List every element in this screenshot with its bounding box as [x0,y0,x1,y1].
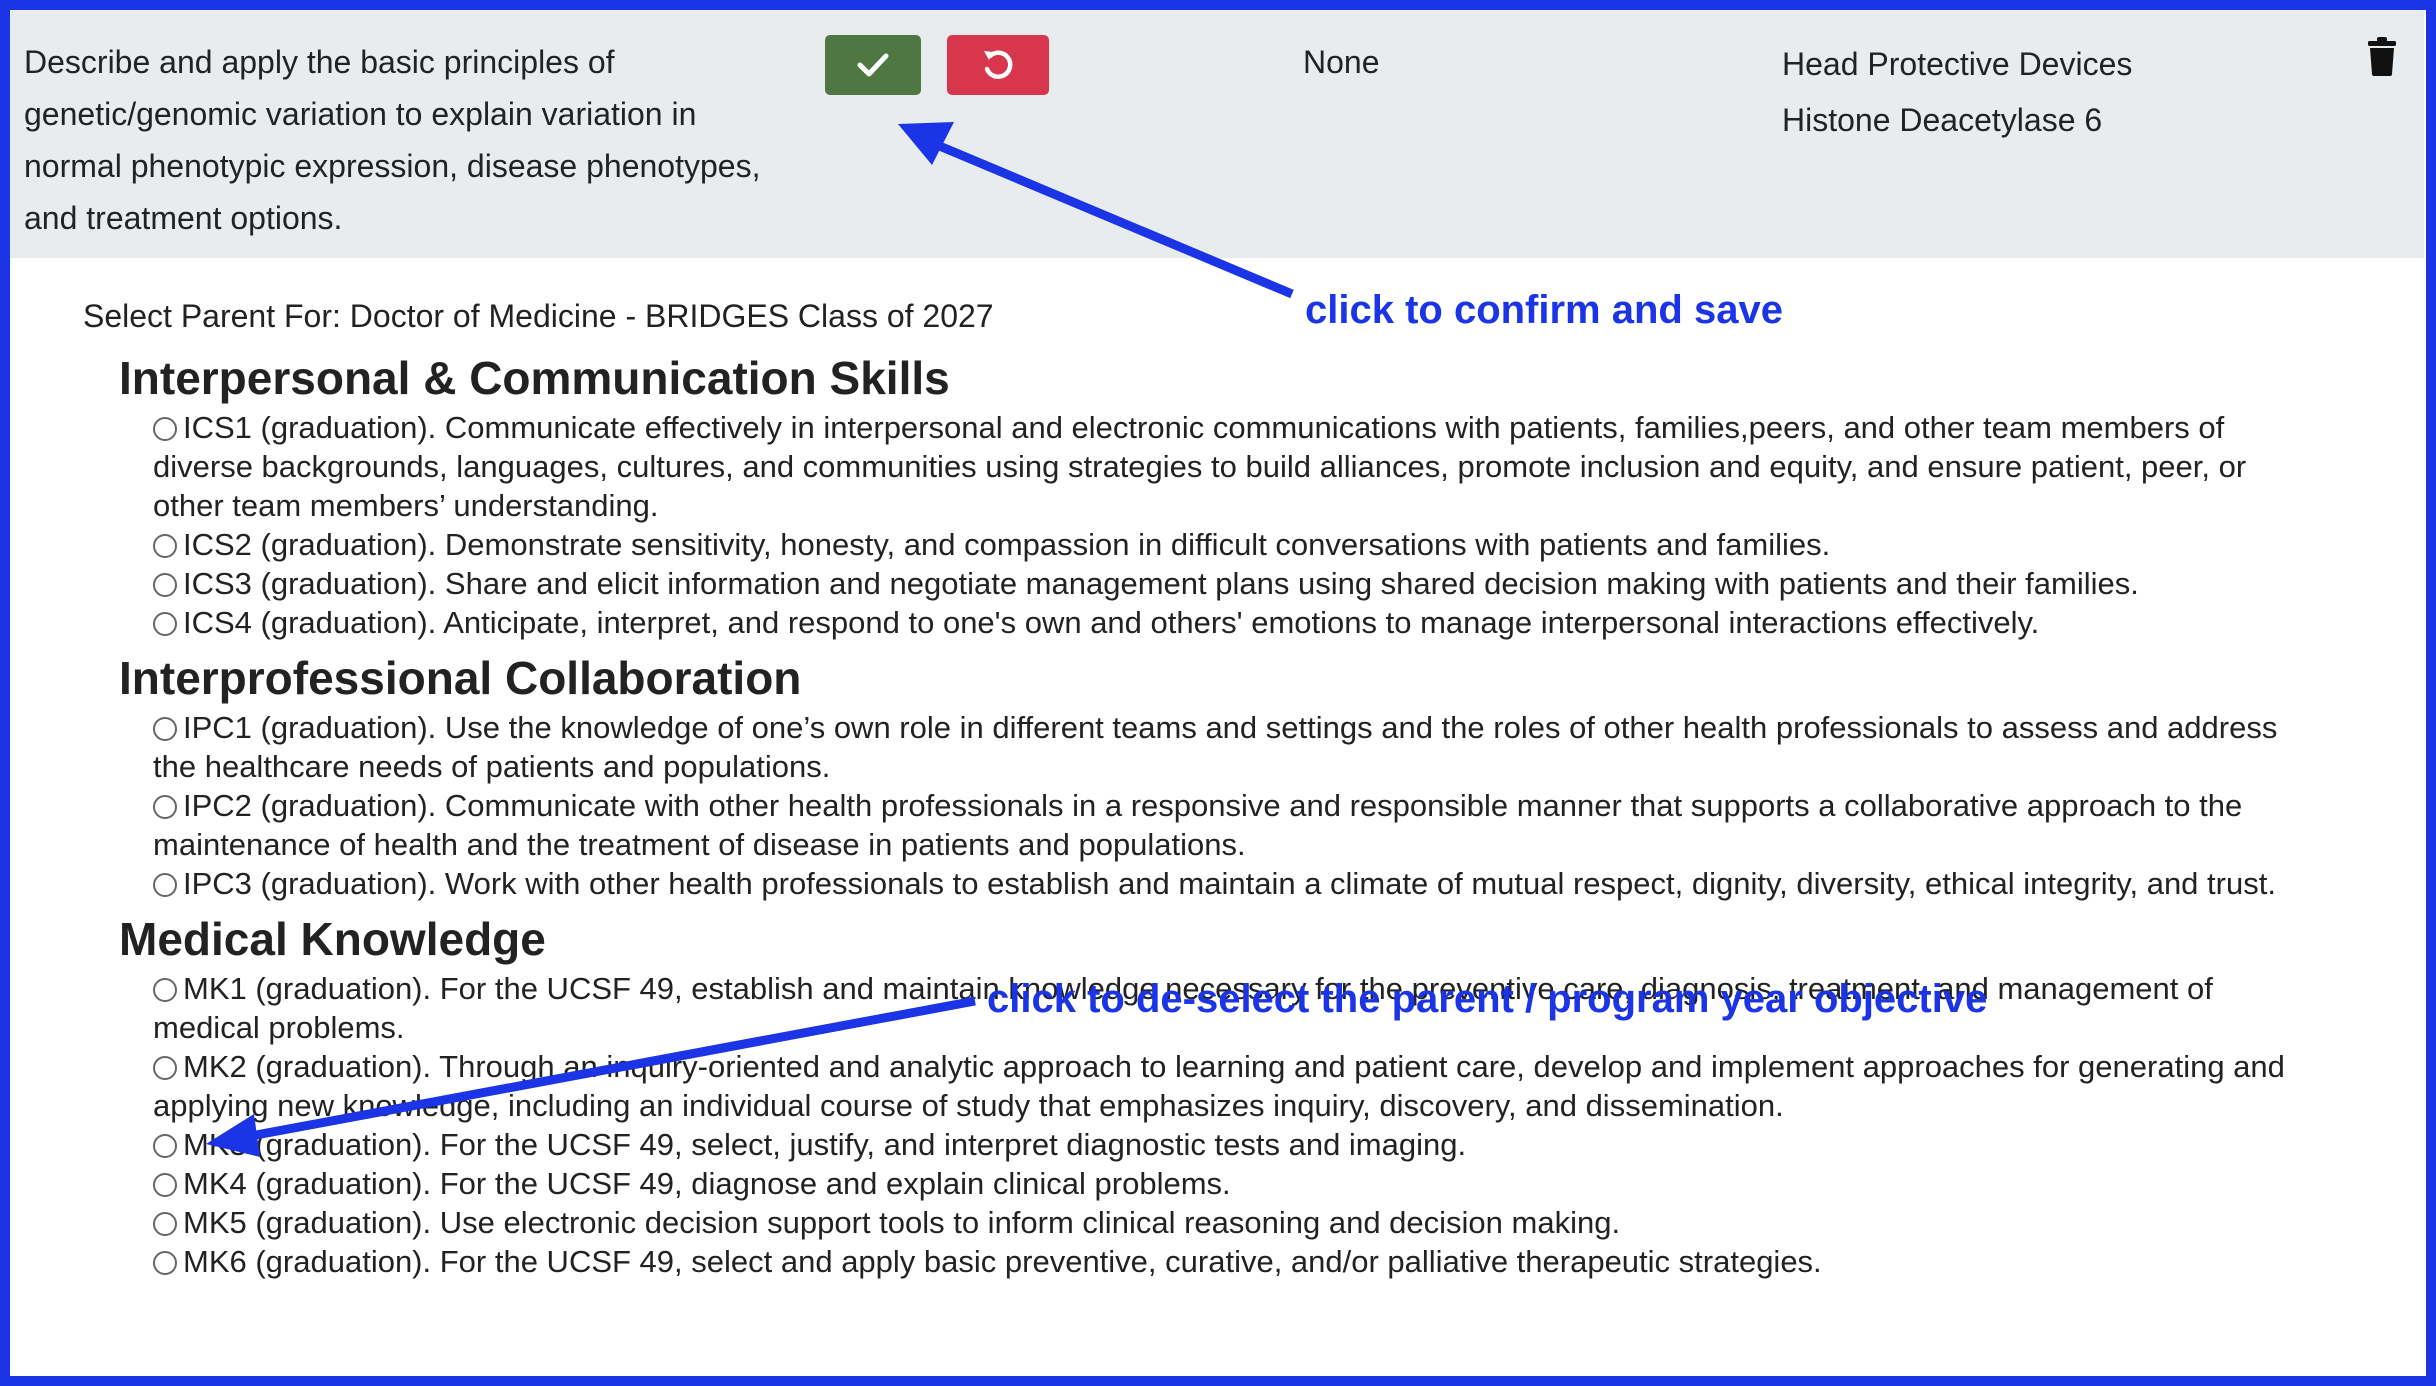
objective-label: MK3 (graduation). For the UCSF 49, selec… [183,1127,1467,1162]
terms-list: Head Protective Devices Histone Deacetyl… [1782,36,2132,148]
objective-radio[interactable] [153,1251,177,1275]
objective-row: Describe and apply the basic principles … [10,10,2424,258]
objective-item[interactable]: MK3 (graduation). For the UCSF 49, selec… [153,1125,2339,1164]
objective-label: MK4 (graduation). For the UCSF 49, diagn… [183,1166,1231,1201]
objective-item[interactable]: IPC1 (graduation). Use the knowledge of … [153,708,2339,786]
objective-item[interactable]: IPC3 (graduation). Work with other healt… [153,864,2339,903]
parent-status: None [1303,44,1380,80]
term-item[interactable]: Histone Deacetylase 6 [1782,92,2132,148]
objective-label: ICS1 (graduation). Communicate effective… [153,410,2247,523]
objective-label: IPC1 (graduation). Use the knowledge of … [153,710,2278,784]
objective-label: IPC3 (graduation). Work with other healt… [183,866,2276,901]
trash-icon[interactable] [2367,35,2397,77]
objective-radio[interactable] [153,534,177,558]
objective-item[interactable]: MK2 (graduation). Through an inquiry-ori… [153,1047,2339,1125]
term-item[interactable]: Head Protective Devices [1782,36,2132,92]
objective-radio[interactable] [153,1056,177,1080]
objective-radio[interactable] [153,1212,177,1236]
objective-radio[interactable] [153,1134,177,1158]
select-parent-label: Select Parent For: Doctor of Medicine - … [83,298,994,334]
objective-label: MK5 (graduation). Use electronic decisio… [183,1205,1621,1240]
objective-item[interactable]: MK5 (graduation). Use electronic decisio… [153,1203,2339,1242]
objective-item[interactable]: ICS1 (graduation). Communicate effective… [153,408,2339,525]
confirm-button[interactable] [825,35,921,95]
objective-item[interactable]: ICS2 (graduation). Demonstrate sensitivi… [153,525,2339,564]
group-interprofessional-collaboration: Interprofessional Collaboration IPC1 (gr… [119,648,2339,903]
objective-label: MK6 (graduation). For the UCSF 49, selec… [183,1244,1822,1279]
objective-groups: Interpersonal & Communication Skills ICS… [119,348,2339,1285]
objective-radio[interactable] [153,417,177,441]
objective-label: MK2 (graduation). Through an inquiry-ori… [153,1049,2285,1123]
undo-icon [984,50,1013,79]
objective-radio[interactable] [153,795,177,819]
check-icon [857,53,889,77]
objective-radio[interactable] [153,1173,177,1197]
revert-button[interactable] [947,35,1049,95]
group-medical-knowledge: Medical Knowledge MK1 (graduation). For … [119,909,2339,1281]
objective-description[interactable]: Describe and apply the basic principles … [24,36,784,244]
objective-item[interactable]: IPC2 (graduation). Communicate with othe… [153,786,2339,864]
objective-radio[interactable] [153,873,177,897]
group-title: Medical Knowledge [119,913,546,965]
objective-item[interactable]: ICS3 (graduation). Share and elicit info… [153,564,2339,603]
group-title: Interprofessional Collaboration [119,652,802,704]
objective-radio[interactable] [153,717,177,741]
objective-item[interactable]: MK4 (graduation). For the UCSF 49, diagn… [153,1164,2339,1203]
confirm-annotation-label: click to confirm and save [1305,288,1783,332]
objective-radio[interactable] [153,612,177,636]
objective-radio[interactable] [153,978,177,1002]
objective-item[interactable]: MK6 (graduation). For the UCSF 49, selec… [153,1242,2339,1281]
objective-item[interactable]: ICS4 (graduation). Anticipate, interpret… [153,603,2339,642]
screenshot-frame: Describe and apply the basic principles … [0,0,2436,1386]
deselect-annotation-label: click to de-select the parent / program … [987,977,1988,1021]
objective-label: IPC2 (graduation). Communicate with othe… [153,788,2243,862]
objective-label: ICS3 (graduation). Share and elicit info… [183,566,2139,601]
group-title: Interpersonal & Communication Skills [119,352,950,404]
objective-label: ICS2 (graduation). Demonstrate sensitivi… [183,527,1831,562]
objective-radio[interactable] [153,573,177,597]
group-interpersonal-communication: Interpersonal & Communication Skills ICS… [119,348,2339,642]
objective-label: ICS4 (graduation). Anticipate, interpret… [183,605,2040,640]
